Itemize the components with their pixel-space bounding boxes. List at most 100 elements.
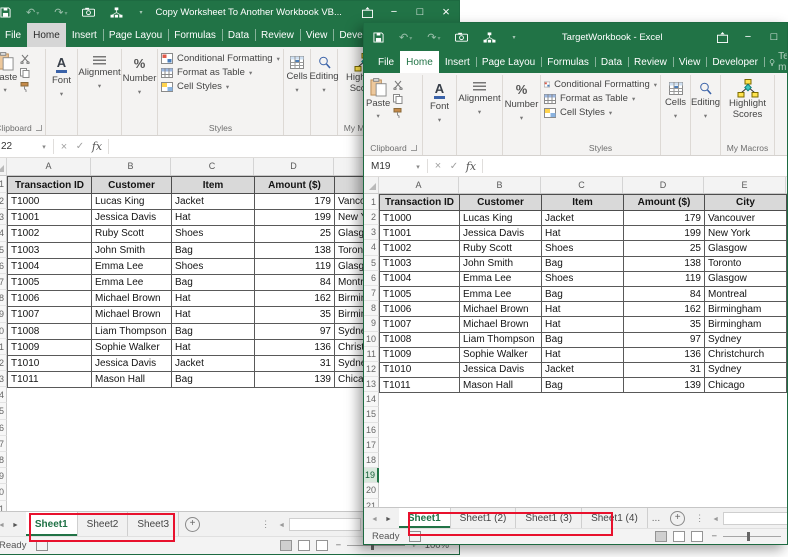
insert-function-icon[interactable] <box>462 160 480 173</box>
table-header-cell[interactable]: Transaction ID <box>8 177 92 194</box>
cell[interactable]: T1008 <box>8 323 92 339</box>
tab-view[interactable]: View <box>673 51 707 73</box>
cell[interactable]: Bag <box>172 274 255 290</box>
cell-styles-button[interactable]: Cell Styles <box>161 81 280 92</box>
cell[interactable]: 25 <box>255 226 335 242</box>
tab-bar-more-icon[interactable] <box>691 508 708 528</box>
format-painter-icon[interactable] <box>20 82 30 92</box>
row-header[interactable]: 13 <box>364 377 379 392</box>
next-sheet-icon[interactable] <box>385 513 392 524</box>
dialog-launcher-icon[interactable] <box>36 125 42 131</box>
cell[interactable]: Bag <box>542 256 624 271</box>
page-break-view-icon[interactable] <box>691 531 703 542</box>
cell[interactable]: 199 <box>255 210 335 226</box>
conditional-formatting-button[interactable]: Conditional Formatting <box>544 79 657 90</box>
cell[interactable]: T1008 <box>380 332 460 347</box>
table-header-cell[interactable]: Amount ($) <box>624 195 705 211</box>
cell[interactable]: Hat <box>172 307 255 323</box>
row-header[interactable]: 11 <box>364 347 379 362</box>
column-header-d[interactable]: D <box>623 177 704 193</box>
save-icon[interactable] <box>373 32 384 43</box>
spreadsheet-grid[interactable]: 12345678910111213141516171819202122 Tran… <box>364 194 787 507</box>
table-header-cell[interactable]: Item <box>542 195 624 211</box>
row-header[interactable]: 19 <box>364 468 379 483</box>
cell[interactable]: Vancouver <box>705 211 787 226</box>
column-header-d[interactable]: D <box>254 158 334 175</box>
cell[interactable]: T1011 <box>8 372 92 388</box>
table-header-cell[interactable]: Item <box>172 177 255 194</box>
column-header-c[interactable]: C <box>541 177 623 193</box>
zoom-out-icon[interactable] <box>336 540 342 551</box>
cancel-icon[interactable] <box>430 160 446 172</box>
cell[interactable]: 139 <box>624 378 705 393</box>
tab-formulas[interactable]: Formulas <box>541 51 595 73</box>
cell[interactable]: T1007 <box>380 317 460 332</box>
new-sheet-button[interactable] <box>670 511 685 526</box>
name-box-dropdown-icon[interactable] <box>37 141 51 152</box>
conditional-formatting-button[interactable]: Conditional Formatting <box>161 53 280 64</box>
cell[interactable]: 97 <box>624 332 705 347</box>
row-header[interactable]: 4 <box>364 240 379 255</box>
column-header-b[interactable]: B <box>459 177 541 193</box>
org-chart-macro-icon[interactable] <box>110 7 123 18</box>
formula-input[interactable] <box>485 156 787 176</box>
row-header[interactable]: 5 <box>364 256 379 271</box>
prev-sheet-icon[interactable] <box>371 513 378 524</box>
cell[interactable]: Mason Hall <box>460 378 542 393</box>
zoom-slider-handle[interactable] <box>747 532 750 541</box>
prev-sheet-icon[interactable] <box>0 519 5 530</box>
tab-view[interactable]: View <box>300 23 334 47</box>
column-header-b[interactable]: B <box>91 158 171 175</box>
cell[interactable]: Jessica Davis <box>92 210 172 226</box>
cell[interactable]: T1003 <box>380 256 460 271</box>
tab-insert[interactable]: Insert <box>439 51 476 73</box>
sheet-tab[interactable]: Sheet2 <box>78 512 129 536</box>
cell[interactable]: 138 <box>624 256 705 271</box>
cell[interactable]: Hat <box>542 226 624 241</box>
cell[interactable]: T1001 <box>8 210 92 226</box>
format-as-table-button[interactable]: Format as Table <box>544 93 657 104</box>
row-header[interactable]: 16 <box>364 423 379 438</box>
cell[interactable]: Bag <box>172 323 255 339</box>
cell[interactable]: Chicago <box>705 378 787 393</box>
redo-icon[interactable] <box>427 31 440 44</box>
font-group-button[interactable]: Font <box>423 75 457 155</box>
row-header[interactable]: 7 <box>0 274 7 290</box>
cell[interactable]: 84 <box>624 286 705 301</box>
tab-page-layout[interactable]: Page Layou <box>476 51 541 73</box>
row-header[interactable]: 14 <box>0 387 7 403</box>
cell[interactable]: 162 <box>624 302 705 317</box>
cell[interactable]: Hat <box>172 291 255 307</box>
tab-insert[interactable]: Insert <box>66 23 103 47</box>
cell[interactable]: 119 <box>255 258 335 274</box>
row-header[interactable]: 6 <box>364 271 379 286</box>
cell[interactable]: Hat <box>542 302 624 317</box>
tab-review[interactable]: Review <box>628 51 673 73</box>
org-chart-macro-icon[interactable] <box>483 32 496 43</box>
cell[interactable]: Emma Lee <box>92 258 172 274</box>
column-header-a[interactable]: A <box>7 158 91 175</box>
cell[interactable]: 35 <box>255 307 335 323</box>
cancel-icon[interactable] <box>56 141 72 153</box>
redo-icon[interactable] <box>54 6 67 19</box>
cell[interactable]: Sydney <box>705 362 787 377</box>
tab-file[interactable]: File <box>372 51 400 73</box>
tab-home[interactable]: Home <box>27 23 66 47</box>
name-box[interactable]: M19 <box>364 161 411 172</box>
paste-button[interactable]: Paste <box>0 52 17 95</box>
number-group-button[interactable]: Number <box>122 49 158 135</box>
qat-customize-icon[interactable] <box>138 9 142 16</box>
row-header[interactable]: 10 <box>0 323 7 339</box>
cell[interactable]: Hat <box>542 317 624 332</box>
cell[interactable]: Glasgow <box>705 271 787 286</box>
editing-group-button[interactable]: Editing <box>311 49 338 135</box>
cell[interactable]: Bag <box>172 372 255 388</box>
maximize-button[interactable]: □ <box>407 2 433 22</box>
row-header[interactable]: 2 <box>0 193 7 209</box>
cut-icon[interactable] <box>393 80 403 90</box>
cell[interactable]: Jacket <box>172 194 255 210</box>
camera-icon[interactable] <box>82 7 95 17</box>
normal-view-icon[interactable] <box>655 531 667 542</box>
column-header-c[interactable]: C <box>171 158 254 175</box>
row-header[interactable]: 5 <box>0 242 7 258</box>
